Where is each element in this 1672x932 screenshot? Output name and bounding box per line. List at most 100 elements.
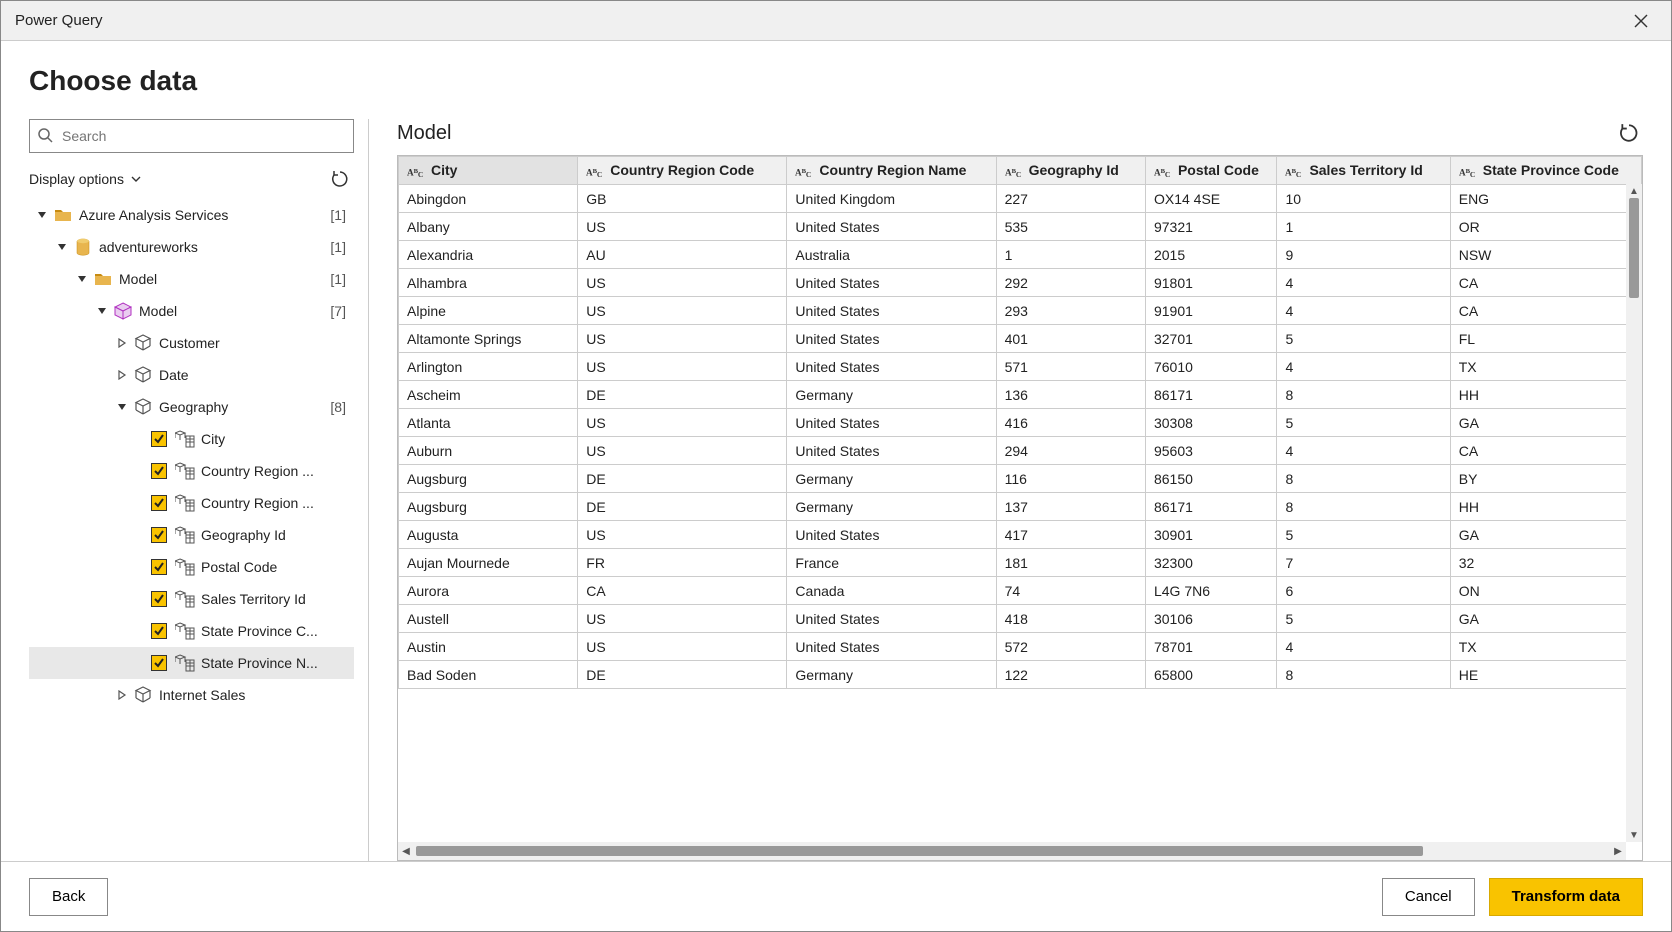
tree-item[interactable]: adventureworks[1]	[29, 231, 354, 263]
column-icon	[175, 493, 195, 513]
column-header[interactable]: ABCSales Territory Id	[1277, 157, 1450, 185]
expand-caret-icon[interactable]	[115, 402, 129, 412]
checkbox[interactable]	[151, 431, 167, 447]
display-options-dropdown[interactable]: Display options	[29, 171, 142, 187]
table-row[interactable]: AustinUSUnited States572787014TX	[399, 633, 1642, 661]
table-row[interactable]: AlexandriaAUAustralia120159NSW	[399, 241, 1642, 269]
table-row[interactable]: AugsburgDEGermany137861718HH	[399, 493, 1642, 521]
table-row[interactable]: AugsburgDEGermany116861508BY	[399, 465, 1642, 493]
tree-item[interactable]: State Province N...	[29, 647, 354, 679]
expand-caret-icon[interactable]	[95, 306, 109, 316]
tree-item[interactable]: Model[1]	[29, 263, 354, 295]
table-row[interactable]: AustellUSUnited States418301065GA	[399, 605, 1642, 633]
table-row[interactable]: Bad SodenDEGermany122658008HE	[399, 661, 1642, 689]
column-header[interactable]: ABCState Province Code	[1450, 157, 1641, 185]
expand-caret-icon[interactable]	[35, 210, 49, 220]
column-header[interactable]: ABCCity	[399, 157, 578, 185]
scroll-up-icon[interactable]: ▲	[1626, 184, 1642, 198]
table-row[interactable]: AlbanyUSUnited States535973211OR	[399, 213, 1642, 241]
table-row[interactable]: AugustaUSUnited States417309015GA	[399, 521, 1642, 549]
table-row[interactable]: Altamonte SpringsUSUnited States40132701…	[399, 325, 1642, 353]
horizontal-scrollbar[interactable]: ◀ ▶	[398, 842, 1626, 860]
cube-icon	[113, 301, 133, 321]
tree-item-label: Model	[139, 303, 322, 319]
checkbox[interactable]	[151, 655, 167, 671]
scroll-down-icon[interactable]: ▼	[1626, 828, 1642, 842]
expand-caret-icon[interactable]	[115, 338, 129, 348]
text-type-icon: ABC	[1459, 165, 1479, 179]
tree-item-label: adventureworks	[99, 239, 322, 255]
checkbox[interactable]	[151, 527, 167, 543]
tree-item-label: State Province C...	[201, 623, 354, 639]
column-header[interactable]: ABCCountry Region Code	[578, 157, 787, 185]
tree-item-count: [1]	[330, 271, 354, 287]
tree-item[interactable]: Azure Analysis Services[1]	[29, 199, 354, 231]
table-cell: 5	[1277, 605, 1450, 633]
tree-item[interactable]: Sales Territory Id	[29, 583, 354, 615]
table-cell: 4	[1277, 353, 1450, 381]
tree-item[interactable]: Country Region ...	[29, 455, 354, 487]
tree-item[interactable]: City	[29, 423, 354, 455]
tree-item[interactable]: Internet Sales	[29, 679, 354, 711]
table-row[interactable]: AbingdonGBUnited Kingdom227OX14 4SE10ENG	[399, 185, 1642, 213]
refresh-preview-button[interactable]	[1615, 119, 1643, 147]
table-cell: CA	[1450, 269, 1641, 297]
data-table[interactable]: ABCCityABCCountry Region CodeABCCountry …	[398, 156, 1642, 689]
checkbox[interactable]	[151, 495, 167, 511]
expand-caret-icon[interactable]	[75, 274, 89, 284]
tree-item[interactable]: Country Region ...	[29, 487, 354, 519]
search-input[interactable]	[29, 119, 354, 153]
vertical-scrollbar[interactable]: ▲ ▼	[1626, 184, 1642, 842]
table-row[interactable]: AtlantaUSUnited States416303085GA	[399, 409, 1642, 437]
table-row[interactable]: AscheimDEGermany136861718HH	[399, 381, 1642, 409]
horizontal-scroll-thumb[interactable]	[416, 846, 1423, 856]
expand-caret-icon[interactable]	[115, 370, 129, 380]
scroll-left-icon[interactable]: ◀	[398, 846, 414, 857]
table-row[interactable]: AlhambraUSUnited States292918014CA	[399, 269, 1642, 297]
table-cell: US	[578, 521, 787, 549]
checkbox[interactable]	[151, 559, 167, 575]
vertical-scroll-thumb[interactable]	[1629, 198, 1639, 298]
tree-item[interactable]: Customer	[29, 327, 354, 359]
tree-item[interactable]: Geography[8]	[29, 391, 354, 423]
checkbox[interactable]	[151, 591, 167, 607]
table-cell: France	[787, 549, 996, 577]
checkbox[interactable]	[151, 623, 167, 639]
tree-item[interactable]: Model[7]	[29, 295, 354, 327]
tree-item[interactable]: Geography Id	[29, 519, 354, 551]
tree-item[interactable]: State Province C...	[29, 615, 354, 647]
navigator-tree[interactable]: Azure Analysis Services[1]adventureworks…	[29, 199, 364, 861]
cancel-button[interactable]: Cancel	[1382, 878, 1475, 916]
table-cell: 292	[996, 269, 1145, 297]
table-cell: 293	[996, 297, 1145, 325]
table-row[interactable]: AuroraCACanada74L4G 7N66ON	[399, 577, 1642, 605]
expand-caret-icon[interactable]	[115, 690, 129, 700]
table-cell: Arlington	[399, 353, 578, 381]
back-button[interactable]: Back	[29, 878, 108, 916]
table-cell: US	[578, 437, 787, 465]
database-icon	[73, 237, 93, 257]
table-cell: AU	[578, 241, 787, 269]
checkbox[interactable]	[151, 463, 167, 479]
table-cell: United States	[787, 633, 996, 661]
tree-item[interactable]: Date	[29, 359, 354, 391]
table-row[interactable]: Aujan MournedeFRFrance18132300732	[399, 549, 1642, 577]
table-row[interactable]: AlpineUSUnited States293919014CA	[399, 297, 1642, 325]
table-cell: 5	[1277, 521, 1450, 549]
close-button[interactable]	[1625, 5, 1657, 37]
table-cell: United States	[787, 353, 996, 381]
column-header[interactable]: ABCGeography Id	[996, 157, 1145, 185]
column-header[interactable]: ABCCountry Region Name	[787, 157, 996, 185]
table-cell: 95603	[1145, 437, 1276, 465]
table-cell: 571	[996, 353, 1145, 381]
refresh-tree-button[interactable]	[326, 165, 354, 193]
table-row[interactable]: ArlingtonUSUnited States571760104TX	[399, 353, 1642, 381]
scroll-right-icon[interactable]: ▶	[1610, 846, 1626, 857]
column-header[interactable]: ABCPostal Code	[1145, 157, 1276, 185]
expand-caret-icon[interactable]	[55, 242, 69, 252]
table-row[interactable]: AuburnUSUnited States294956034CA	[399, 437, 1642, 465]
table-cell: Germany	[787, 381, 996, 409]
transform-data-button[interactable]: Transform data	[1489, 878, 1643, 916]
tree-item[interactable]: Postal Code	[29, 551, 354, 583]
svg-text:C: C	[597, 170, 602, 179]
